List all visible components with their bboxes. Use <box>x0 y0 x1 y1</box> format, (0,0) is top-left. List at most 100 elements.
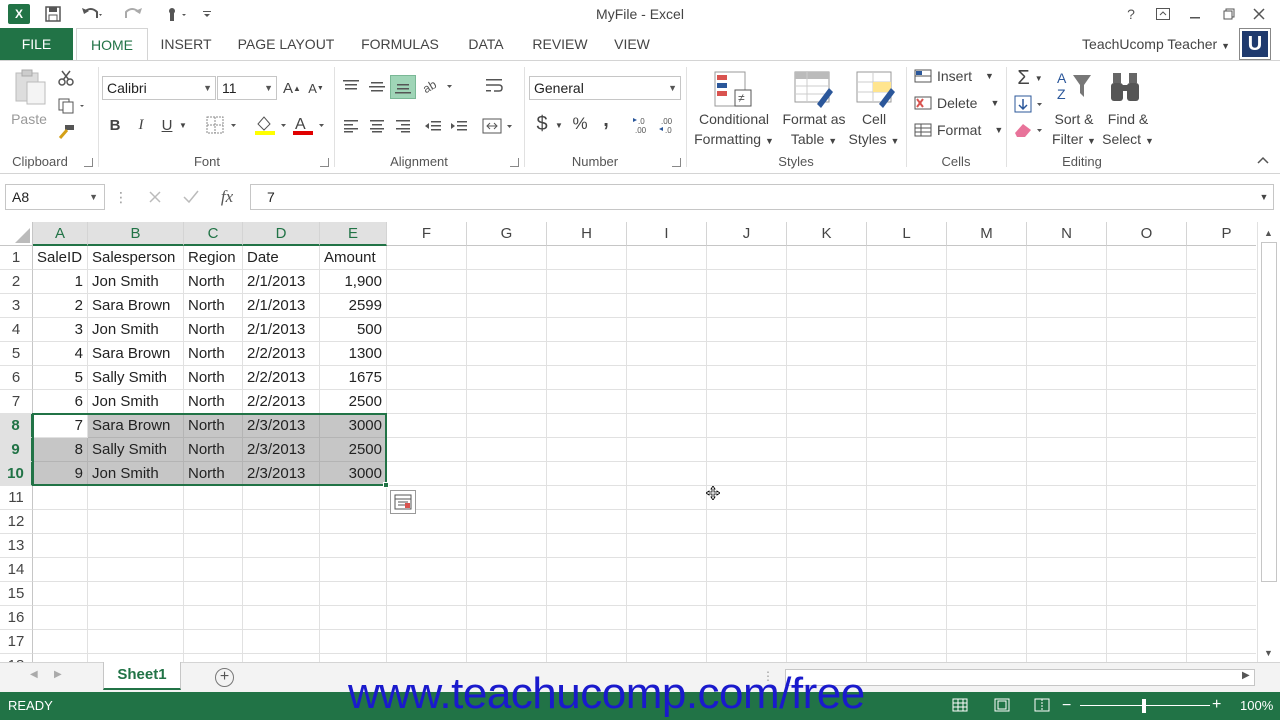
empty-cell[interactable] <box>867 582 947 606</box>
sort-filter-button[interactable]: Sort & Filter ▼ <box>1046 109 1102 151</box>
vertical-scroll-thumb[interactable] <box>1261 242 1277 582</box>
empty-cell[interactable] <box>547 294 627 318</box>
table-cell[interactable]: 2/3/2013 <box>243 414 320 438</box>
empty-cell[interactable] <box>320 486 387 510</box>
align-left-icon[interactable] <box>340 115 362 137</box>
column-header-g[interactable]: G <box>467 222 547 246</box>
undo-icon[interactable] <box>76 4 108 24</box>
tab-review[interactable]: REVIEW <box>524 28 596 60</box>
table-cell[interactable]: 500 <box>320 318 387 342</box>
empty-cell[interactable] <box>387 342 467 366</box>
empty-cell[interactable] <box>320 606 387 630</box>
empty-cell[interactable] <box>33 582 88 606</box>
empty-cell[interactable] <box>947 366 1027 390</box>
empty-cell[interactable] <box>947 390 1027 414</box>
table-cell[interactable]: 6 <box>33 390 88 414</box>
column-header-h[interactable]: H <box>547 222 627 246</box>
account-name[interactable]: TeachUcomp Teacher ▼ <box>1082 36 1230 52</box>
empty-cell[interactable] <box>947 342 1027 366</box>
table-cell[interactable]: 2/1/2013 <box>243 270 320 294</box>
empty-cell[interactable] <box>547 558 627 582</box>
column-header-p[interactable]: P <box>1187 222 1256 246</box>
tab-file[interactable]: FILE <box>0 28 73 60</box>
empty-cell[interactable] <box>1187 438 1256 462</box>
empty-cell[interactable] <box>627 270 707 294</box>
close-icon[interactable] <box>1246 3 1272 25</box>
expand-formula-bar-icon[interactable]: ▼ <box>1258 191 1270 203</box>
empty-cell[interactable] <box>947 462 1027 486</box>
empty-cell[interactable] <box>787 390 867 414</box>
empty-cell[interactable] <box>467 414 547 438</box>
table-cell[interactable]: Jon Smith <box>88 462 184 486</box>
table-cell[interactable]: 2 <box>33 294 88 318</box>
font-size-select[interactable]: 11 ▼ <box>217 76 277 100</box>
empty-cell[interactable] <box>627 558 707 582</box>
empty-cell[interactable] <box>1107 630 1187 654</box>
empty-cell[interactable] <box>88 606 184 630</box>
currency-dropdown-icon[interactable]: ▼ <box>554 119 564 131</box>
empty-cell[interactable] <box>547 246 627 270</box>
empty-cell[interactable] <box>547 390 627 414</box>
empty-cell[interactable] <box>867 510 947 534</box>
column-header-c[interactable]: C <box>184 222 243 246</box>
font-launcher-icon[interactable] <box>320 158 329 167</box>
empty-cell[interactable] <box>387 582 467 606</box>
empty-cell[interactable] <box>787 438 867 462</box>
empty-cell[interactable] <box>1187 558 1256 582</box>
empty-cell[interactable] <box>1187 270 1256 294</box>
table-cell[interactable]: Sara Brown <box>88 342 184 366</box>
empty-cell[interactable] <box>627 414 707 438</box>
empty-cell[interactable] <box>547 438 627 462</box>
empty-cell[interactable] <box>320 534 387 558</box>
column-header-m[interactable]: M <box>947 222 1027 246</box>
fill-icon[interactable] <box>1012 93 1048 115</box>
empty-cell[interactable] <box>184 606 243 630</box>
empty-cell[interactable] <box>1187 630 1256 654</box>
row-header-16[interactable]: 16 <box>0 606 33 630</box>
empty-cell[interactable] <box>627 654 707 662</box>
autosum-icon[interactable]: Σ ▼ <box>1012 67 1048 89</box>
table-cell[interactable]: 4 <box>33 342 88 366</box>
empty-cell[interactable] <box>1027 246 1107 270</box>
zoom-in-icon[interactable]: + <box>1212 696 1221 714</box>
column-header-j[interactable]: J <box>707 222 787 246</box>
empty-cell[interactable] <box>627 486 707 510</box>
new-sheet-icon[interactable]: + <box>215 668 234 687</box>
tab-view[interactable]: VIEW <box>604 28 660 60</box>
empty-cell[interactable] <box>467 558 547 582</box>
empty-cell[interactable] <box>707 414 787 438</box>
empty-cell[interactable] <box>867 390 947 414</box>
empty-cell[interactable] <box>787 246 867 270</box>
empty-cell[interactable] <box>387 630 467 654</box>
formula-input[interactable]: 7 <box>250 184 1274 210</box>
empty-cell[interactable] <box>707 366 787 390</box>
empty-cell[interactable] <box>867 438 947 462</box>
empty-cell[interactable] <box>387 270 467 294</box>
empty-cell[interactable] <box>1107 534 1187 558</box>
empty-cell[interactable] <box>1027 486 1107 510</box>
empty-cell[interactable] <box>1187 606 1256 630</box>
empty-cell[interactable] <box>707 246 787 270</box>
empty-cell[interactable] <box>947 414 1027 438</box>
empty-cell[interactable] <box>1187 318 1256 342</box>
table-cell[interactable]: 3000 <box>320 414 387 438</box>
confirm-entry-icon[interactable] <box>180 187 202 207</box>
empty-cell[interactable] <box>243 558 320 582</box>
format-cells-button[interactable]: Format ▼ <box>914 122 1003 138</box>
empty-cell[interactable] <box>320 654 387 662</box>
empty-cell[interactable] <box>867 654 947 662</box>
empty-cell[interactable] <box>1107 270 1187 294</box>
top-align-icon[interactable] <box>340 75 362 97</box>
empty-cell[interactable] <box>627 246 707 270</box>
ribbon-display-icon[interactable] <box>1150 3 1176 25</box>
empty-cell[interactable] <box>627 462 707 486</box>
cell-styles-button[interactable]: Cell Styles ▼ <box>846 109 902 151</box>
clipboard-launcher-icon[interactable] <box>84 158 93 167</box>
avatar[interactable]: U <box>1239 28 1271 60</box>
empty-cell[interactable] <box>243 510 320 534</box>
empty-cell[interactable] <box>88 510 184 534</box>
empty-cell[interactable] <box>243 606 320 630</box>
empty-cell[interactable] <box>320 558 387 582</box>
format-as-table-button[interactable]: Format as Table ▼ <box>778 109 850 151</box>
empty-cell[interactable] <box>547 366 627 390</box>
